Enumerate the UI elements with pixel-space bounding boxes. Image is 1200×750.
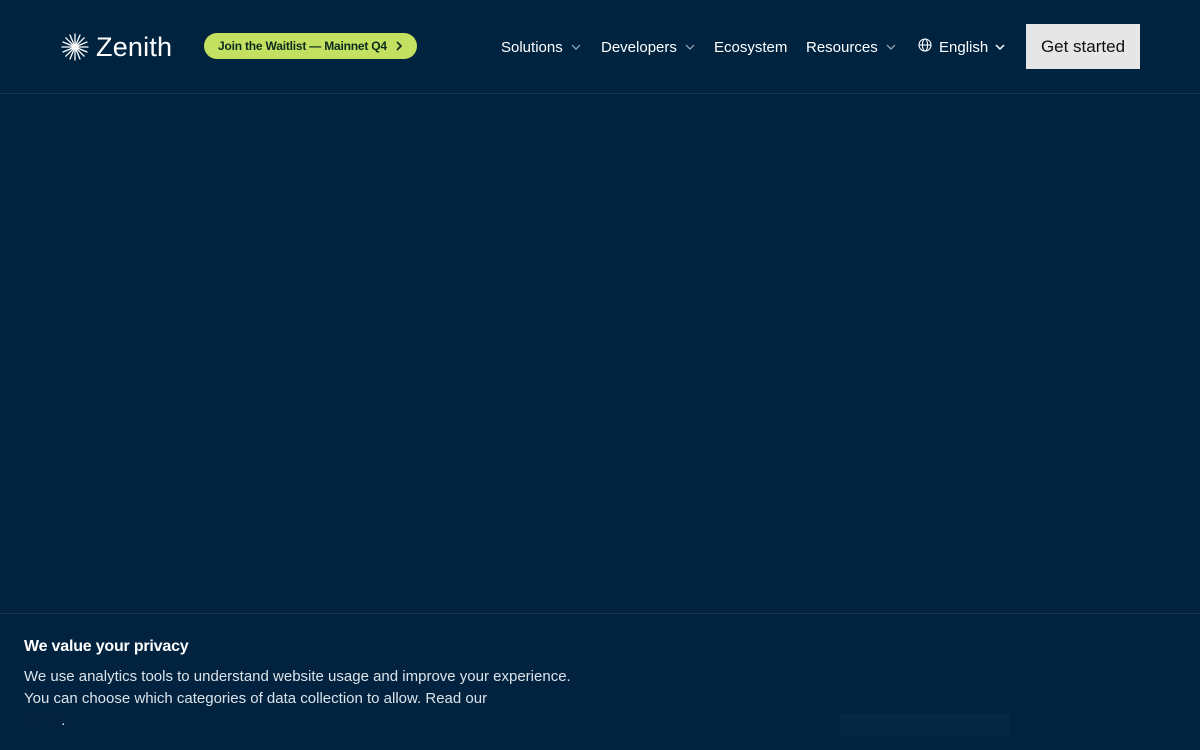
nav-ecosystem-label: Ecosystem bbox=[714, 38, 788, 56]
waitlist-label: Join the Waitlist — Mainnet Q4 bbox=[218, 39, 387, 53]
get-started-button[interactable]: Get started bbox=[1026, 24, 1140, 69]
waitlist-banner-button[interactable]: Join the Waitlist — Mainnet Q4 bbox=[204, 33, 417, 59]
site-header: Zenith Join the Waitlist — Mainnet Q4 So… bbox=[0, 0, 1200, 94]
chevron-down-icon bbox=[886, 44, 896, 50]
nav-resources-label: Resources bbox=[806, 38, 878, 56]
nav-solutions[interactable]: Solutions bbox=[501, 35, 581, 59]
language-label: English bbox=[939, 38, 989, 56]
obscured-button bbox=[840, 714, 1010, 736]
chevron-down-icon bbox=[995, 44, 1005, 50]
starburst-icon bbox=[60, 32, 90, 62]
globe-icon bbox=[918, 38, 932, 56]
chevron-down-icon bbox=[685, 44, 695, 50]
privacy-policy-link[interactable]: policy bbox=[24, 712, 61, 729]
nav-ecosystem[interactable]: Ecosystem bbox=[714, 35, 787, 59]
privacy-text: We use analytics tools to understand web… bbox=[24, 666, 584, 732]
privacy-trailing: . bbox=[61, 712, 66, 729]
nav-developers[interactable]: Developers bbox=[601, 35, 695, 59]
chevron-right-icon bbox=[395, 41, 403, 51]
logo[interactable]: Zenith bbox=[60, 31, 172, 63]
nav-resources[interactable]: Resources bbox=[806, 35, 896, 59]
privacy-body: We use analytics tools to understand web… bbox=[24, 668, 571, 707]
chevron-down-icon bbox=[571, 44, 581, 50]
privacy-title: We value your privacy bbox=[24, 638, 189, 655]
language-selector[interactable]: English bbox=[918, 35, 1005, 59]
privacy-banner: We value your privacy We use analytics t… bbox=[0, 613, 1200, 750]
hero-section bbox=[0, 95, 1200, 613]
nav-solutions-label: Solutions bbox=[501, 38, 563, 56]
nav-developers-label: Developers bbox=[601, 38, 677, 56]
logo-text: Zenith bbox=[96, 32, 173, 62]
